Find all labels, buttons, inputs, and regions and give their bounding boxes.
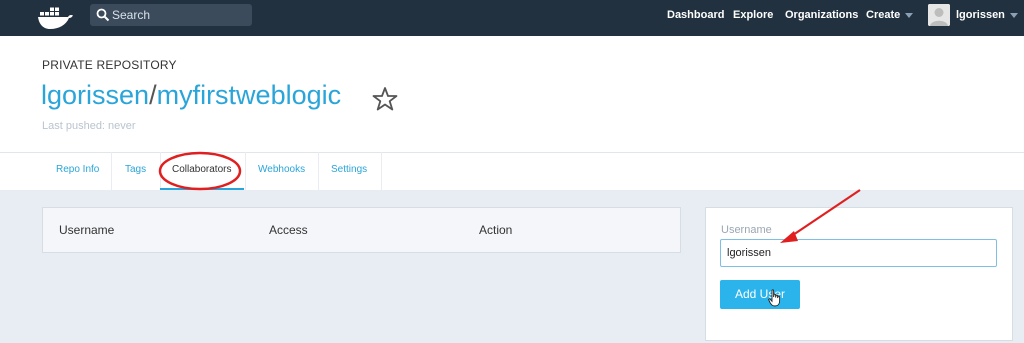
nav-organizations[interactable]: Organizations (785, 9, 858, 21)
page-title: lgorissen/myfirstweblogic (41, 80, 341, 111)
column-header-username: Username (59, 223, 115, 237)
column-header-access: Access (269, 223, 308, 237)
tab-webhooks[interactable]: Webhooks (258, 164, 305, 175)
star-icon[interactable] (372, 86, 398, 112)
annotation-circle (158, 151, 242, 191)
tab-separator (381, 152, 382, 190)
annotation-arrow-icon (780, 189, 861, 243)
repo-slash: / (149, 80, 157, 110)
docker-logo-icon[interactable] (36, 4, 76, 32)
nav-user[interactable]: lgorissen (956, 9, 1005, 21)
tab-repo-info[interactable]: Repo Info (56, 164, 99, 175)
create-chevron-down-icon[interactable] (905, 13, 913, 18)
collaborators-table: Username Access Action (42, 207, 681, 253)
nav-dashboard[interactable]: Dashboard (667, 9, 724, 21)
add-user-button[interactable]: Add User (720, 280, 800, 309)
user-chevron-down-icon[interactable] (1010, 13, 1018, 18)
last-pushed-text: Last pushed: never (42, 120, 136, 132)
search-box[interactable]: Search (90, 4, 252, 26)
repo-visibility-label: PRIVATE REPOSITORY (42, 58, 177, 72)
tab-separator (111, 152, 112, 190)
nav-explore[interactable]: Explore (733, 9, 773, 21)
avatar[interactable] (928, 4, 950, 26)
repo-header: PRIVATE REPOSITORY lgorissen/myfirstwebl… (0, 36, 1024, 190)
repo-owner-link[interactable]: lgorissen (41, 80, 149, 110)
nav-create[interactable]: Create (866, 9, 900, 21)
hand-cursor-icon (768, 289, 781, 307)
top-navbar: Search Dashboard Explore Organizations C… (0, 0, 1024, 36)
search-input[interactable]: Search (112, 8, 150, 22)
user-silhouette-icon (928, 4, 950, 26)
tabs-divider (0, 152, 1024, 153)
search-icon (96, 8, 110, 22)
repo-name-link[interactable]: myfirstweblogic (157, 80, 342, 110)
tab-settings[interactable]: Settings (331, 164, 367, 175)
tab-separator (318, 152, 319, 190)
column-header-action: Action (479, 223, 513, 237)
tab-separator (245, 152, 246, 190)
tab-tags[interactable]: Tags (125, 164, 146, 175)
